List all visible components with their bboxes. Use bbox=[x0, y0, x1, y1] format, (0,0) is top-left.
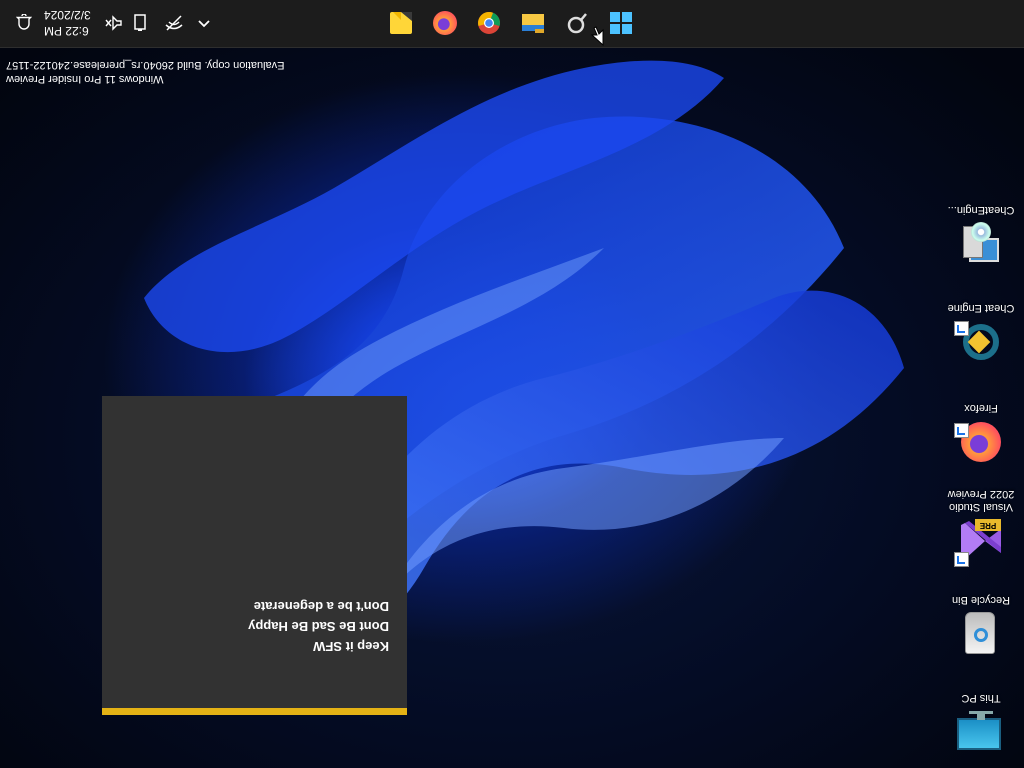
file-explorer-icon bbox=[522, 14, 544, 33]
battery-button[interactable] bbox=[130, 13, 150, 33]
sticky-notes-button[interactable] bbox=[386, 8, 416, 38]
chrome-button[interactable] bbox=[474, 8, 504, 38]
watermark-build: Evaluation copy. Build 26040.rs_prerelea… bbox=[6, 59, 285, 71]
mouse-cursor-icon bbox=[590, 26, 604, 46]
chevron-up-icon bbox=[198, 20, 210, 28]
desktop-screen: This PC Recycle Bin PRE Visual Studio 20… bbox=[0, 0, 1024, 768]
file-explorer-button[interactable] bbox=[518, 8, 548, 38]
search-icon bbox=[567, 13, 587, 34]
start-icon bbox=[610, 12, 632, 34]
recycle-bin-icon bbox=[957, 610, 1005, 658]
desktop-icon-this-pc[interactable]: This PC bbox=[946, 691, 1016, 756]
network-button[interactable] bbox=[164, 13, 184, 33]
notification-card[interactable]: Keep it SFW Dont Be Sad Be Happy Don't b… bbox=[102, 396, 407, 715]
notification-line-3: Don't be a degenerate bbox=[253, 599, 389, 614]
start-button[interactable] bbox=[606, 8, 636, 38]
taskbar-clock[interactable]: 6:22 PM 3/2/2024 bbox=[44, 7, 114, 39]
sticky-notes-icon bbox=[390, 12, 412, 34]
show-hidden-icons-button[interactable] bbox=[194, 13, 214, 33]
build-watermark: Windows 11 Pro Insider Preview Evaluatio… bbox=[6, 58, 326, 86]
network-icon bbox=[165, 15, 183, 31]
clock-date: 3/2/2024 bbox=[44, 8, 91, 22]
desktop-icon-visual-studio-preview[interactable]: PRE Visual Studio 2022 Preview bbox=[946, 487, 1016, 567]
desktop-icon-cheat-engine-installer[interactable]: CheatEngin... bbox=[946, 203, 1016, 268]
firefox-taskbar-button[interactable] bbox=[430, 8, 460, 38]
monitor-icon bbox=[957, 708, 1005, 756]
desktop-icon-firefox[interactable]: Firefox bbox=[946, 401, 1016, 466]
notification-bell-icon bbox=[16, 14, 32, 30]
notification-line-1: Keep it SFW bbox=[313, 639, 389, 654]
firefox-icon bbox=[433, 11, 457, 35]
shortcut-arrow-icon bbox=[954, 423, 969, 438]
search-button[interactable] bbox=[562, 8, 592, 38]
notification-line-2: Dont Be Sad Be Happy bbox=[248, 619, 389, 634]
shortcut-arrow-icon bbox=[954, 321, 969, 336]
preview-badge: PRE bbox=[975, 519, 1001, 531]
battery-icon bbox=[134, 14, 146, 31]
desktop-icon-cheat-engine[interactable]: Cheat Engine bbox=[946, 301, 1016, 366]
shortcut-arrow-icon bbox=[954, 552, 969, 567]
taskbar: 6:22 PM 3/2/2024 bbox=[0, 0, 1024, 48]
watermark-edition: Windows 11 Pro Insider Preview bbox=[6, 73, 164, 85]
desktop-icon-recycle-bin[interactable]: Recycle Bin bbox=[946, 593, 1016, 658]
cheat-engine-installer-icon bbox=[957, 220, 1005, 268]
notifications-button[interactable] bbox=[14, 13, 34, 33]
clock-time: 6:22 PM bbox=[44, 24, 89, 38]
chrome-icon bbox=[478, 11, 500, 34]
